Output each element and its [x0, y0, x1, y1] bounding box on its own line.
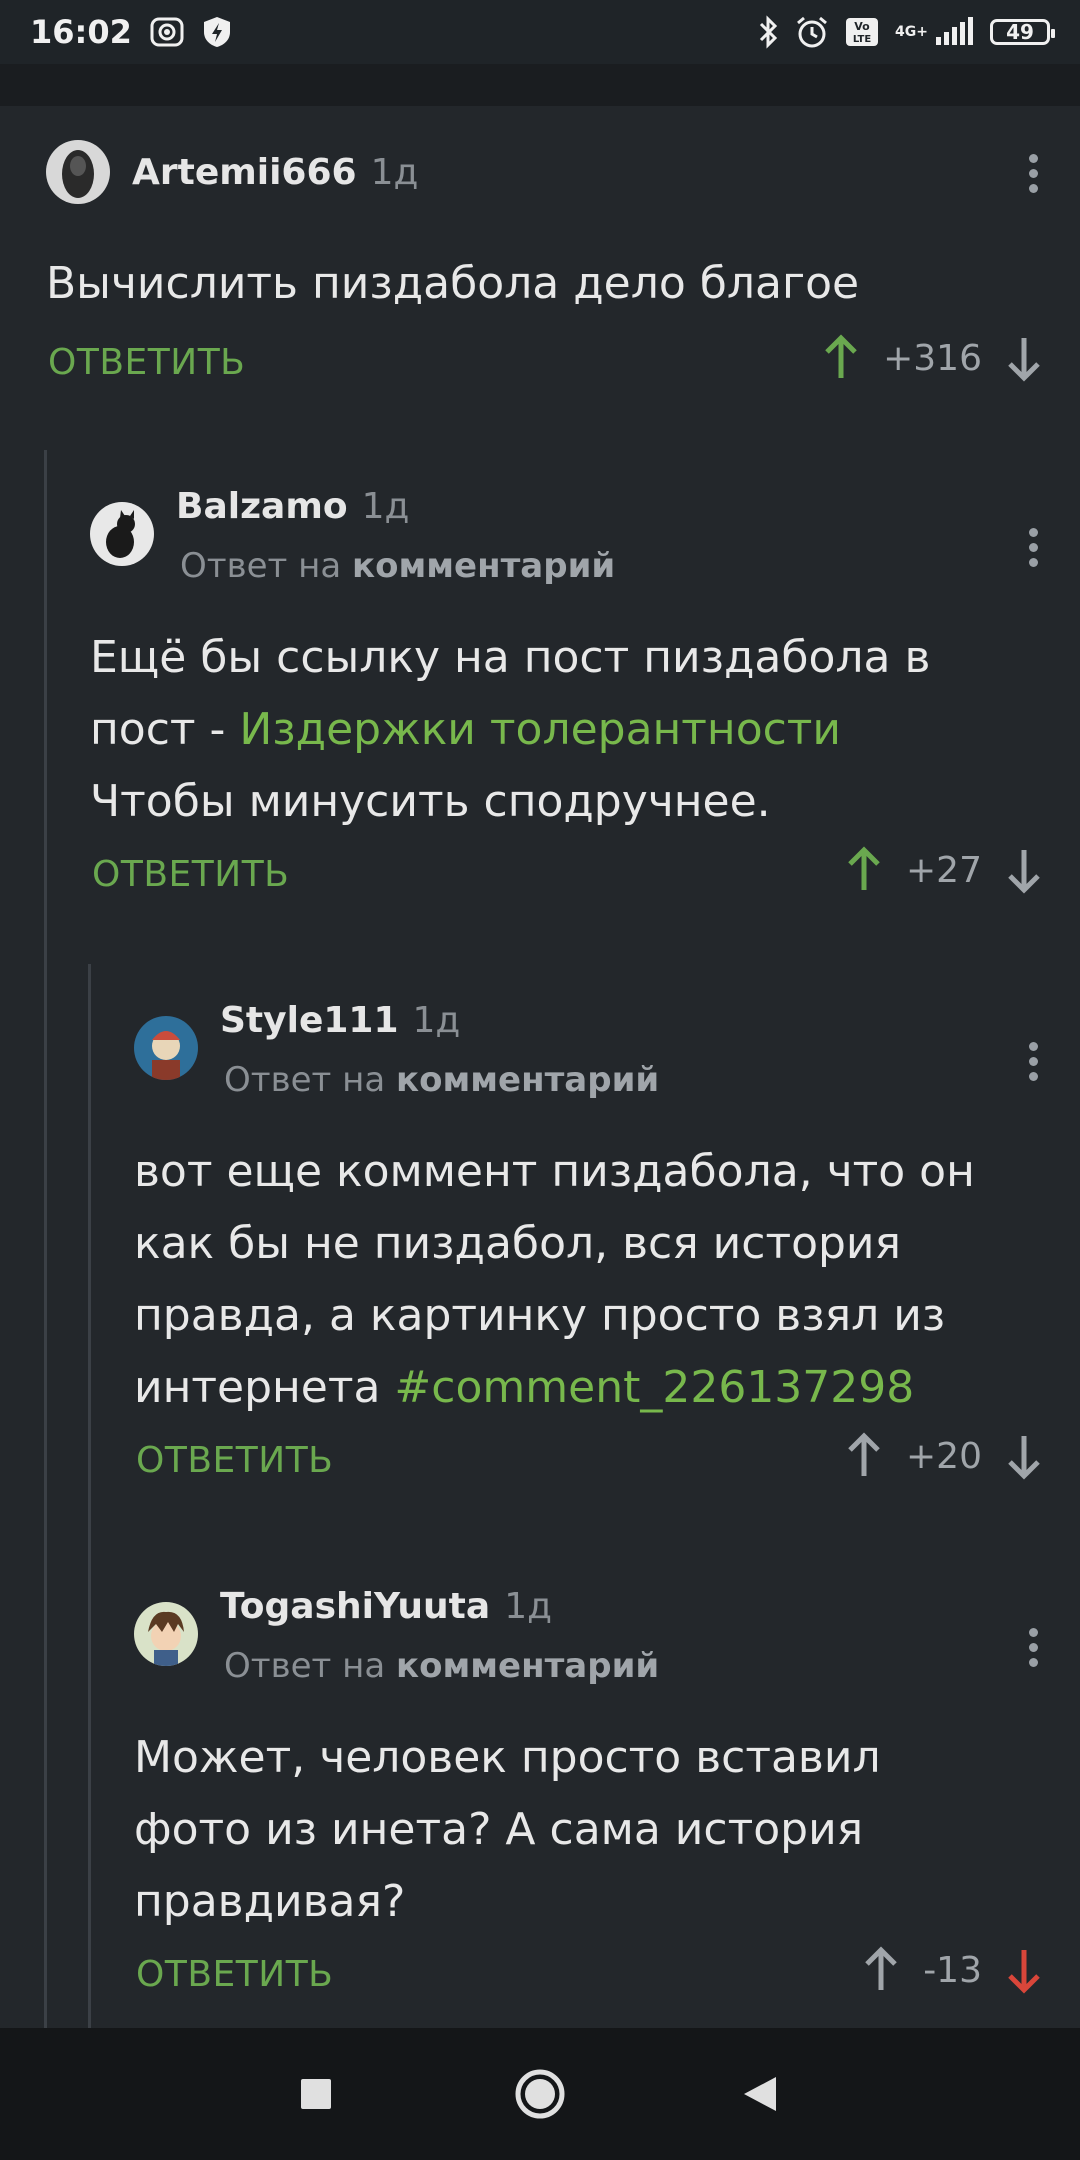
reply-to-target[interactable]: комментарий: [396, 1060, 659, 1100]
reply-button[interactable]: ОТВЕТИТЬ: [92, 854, 289, 895]
author-name[interactable]: Balzamo: [176, 486, 348, 527]
reply-button[interactable]: ОТВЕТИТЬ: [136, 1954, 333, 1995]
comment-text-line: фото из инета? А сама история: [134, 1804, 864, 1855]
camera-icon: [150, 15, 184, 49]
author-name[interactable]: Style111: [220, 1000, 399, 1041]
reply-to-prefix: Ответ на: [224, 1060, 386, 1100]
svg-text:Vo: Vo: [854, 20, 870, 33]
back-icon[interactable]: [700, 2028, 820, 2160]
signal-icon: [934, 17, 974, 47]
svg-text:LTE: LTE: [853, 34, 872, 45]
comment-time: 1д: [412, 999, 461, 1041]
post-link[interactable]: Издержки толерантности: [239, 704, 841, 755]
more-menu-icon[interactable]: [1028, 528, 1038, 567]
reply-button[interactable]: ОТВЕТИТЬ: [136, 1440, 333, 1481]
upvote-arrow-icon[interactable]: [844, 846, 884, 894]
status-time: 16:02: [30, 13, 132, 51]
author-name[interactable]: TogashiYuuta: [220, 1586, 490, 1627]
comment-text: Вычислить пиздабола дело благое: [46, 258, 860, 309]
reply-to-target[interactable]: комментарий: [396, 1646, 659, 1686]
shield-icon: [202, 15, 232, 49]
volte-icon: Vo LTE: [845, 17, 879, 47]
downvote-arrow-icon[interactable]: [1004, 1946, 1044, 1994]
comment-text: Ещё бы ссылку на пост пиздабола в пост -…: [90, 622, 1050, 838]
bluetooth-icon: [757, 15, 779, 49]
comment-togashiyuuta: TogashiYuuta 1д Ответ на комментарий Мож…: [0, 1550, 1080, 2028]
comment-link[interactable]: #comment_226137298: [394, 1362, 914, 1413]
comment-text-segment: пост -: [90, 704, 240, 755]
comment-text-line: вот еще коммент пиздабола, что он: [134, 1146, 975, 1197]
reply-to-prefix: Ответ на: [180, 546, 342, 586]
score: +20: [906, 1435, 982, 1477]
battery-level: 49: [1006, 20, 1034, 44]
more-menu-icon[interactable]: [1028, 1042, 1038, 1081]
comment-text: вот еще коммент пиздабола, что он как бы…: [134, 1136, 1054, 1424]
comment-artemii666: Artemii666 1д Вычислить пиздабола дело б…: [0, 106, 1080, 446]
comment-balzamo: Balzamo 1д Ответ на комментарий Ещё бы с…: [0, 450, 1080, 970]
upvote-arrow-icon[interactable]: [861, 1946, 901, 1994]
score: +27: [906, 849, 982, 891]
alarm-icon: [795, 15, 829, 49]
vote-controls: -13: [861, 1946, 1044, 1994]
comment-text-line: Ещё бы ссылку на пост пиздабола в: [90, 632, 931, 683]
vote-controls: +27: [844, 846, 1044, 894]
comment-text: Может, человек просто вставил фото из ин…: [134, 1722, 1054, 1938]
more-menu-icon[interactable]: [1028, 154, 1038, 193]
comment-text-segment: интернета: [134, 1362, 395, 1413]
reply-to-prefix: Ответ на: [224, 1646, 386, 1686]
upvote-arrow-icon[interactable]: [821, 334, 861, 382]
avatar[interactable]: [134, 1016, 198, 1080]
comment-time: 1д: [370, 151, 419, 193]
downvote-arrow-icon[interactable]: [1004, 1432, 1044, 1480]
battery-icon: 49: [990, 19, 1055, 45]
recent-apps-icon[interactable]: [256, 2028, 376, 2160]
downvote-arrow-icon[interactable]: [1004, 846, 1044, 894]
status-bar: 16:02 Vo LTE 4G+ 49: [0, 0, 1080, 64]
more-menu-icon[interactable]: [1028, 1628, 1038, 1667]
comment-text-line: пост - Издержки толерантности: [90, 694, 1050, 766]
network-type: 4G+: [895, 24, 928, 40]
comment-text-line: Чтобы минусить сподручнее.: [90, 776, 771, 827]
comment-style111: Style111 1д Ответ на комментарий вот еще…: [0, 964, 1080, 1554]
downvote-arrow-icon[interactable]: [1004, 334, 1044, 382]
comment-text-line: правда, а картинку просто взял из: [134, 1290, 946, 1341]
comment-text-line: интернета #comment_226137298: [134, 1352, 1054, 1424]
avatar[interactable]: [90, 502, 154, 566]
home-icon[interactable]: [480, 2028, 600, 2160]
reply-button[interactable]: ОТВЕТИТЬ: [48, 342, 245, 383]
avatar[interactable]: [46, 140, 110, 204]
score: -13: [923, 1949, 982, 1991]
comment-text-line: Может, человек просто вставил: [134, 1732, 881, 1783]
comment-time: 1д: [361, 485, 410, 527]
vote-controls: +316: [821, 334, 1044, 382]
author-name[interactable]: Artemii666: [132, 152, 357, 193]
avatar[interactable]: [134, 1602, 198, 1666]
comment-text-line: как бы не пиздабол, вся история: [134, 1218, 901, 1269]
vote-controls: +20: [844, 1432, 1044, 1480]
reply-to-label[interactable]: Ответ на комментарий: [224, 1646, 659, 1686]
comment-text-line: правдивая?: [134, 1876, 406, 1927]
comment-time: 1д: [504, 1585, 552, 1627]
upvote-arrow-icon[interactable]: [844, 1432, 884, 1480]
reply-to-label[interactable]: Ответ на комментарий: [224, 1060, 659, 1100]
header-strip: [0, 64, 1080, 106]
system-nav-bar: [0, 2028, 1080, 2160]
comments-feed[interactable]: Artemii666 1д Вычислить пиздабола дело б…: [0, 106, 1080, 2028]
comment-header: Artemii666 1д: [46, 140, 418, 204]
score: +316: [883, 337, 982, 379]
reply-to-target[interactable]: комментарий: [352, 546, 615, 586]
reply-to-label[interactable]: Ответ на комментарий: [180, 546, 615, 586]
